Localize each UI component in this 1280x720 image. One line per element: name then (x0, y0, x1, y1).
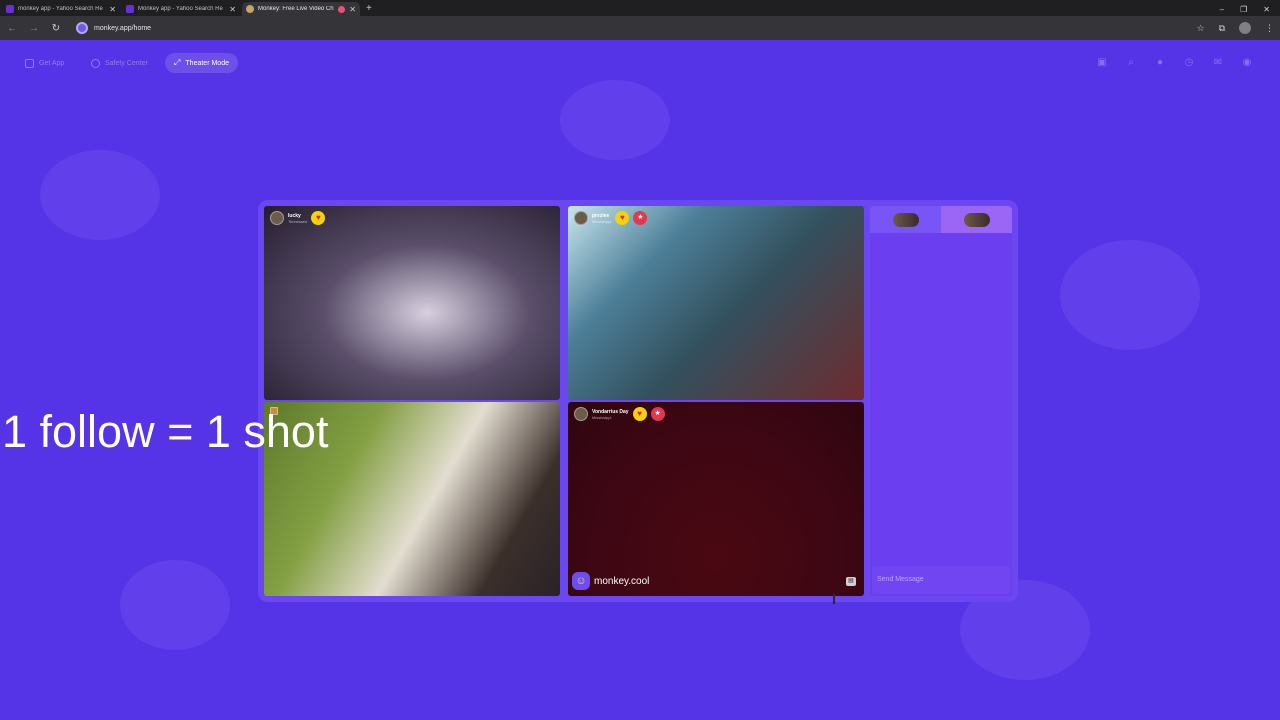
user-avatar-icon[interactable]: ◉ (1240, 56, 1254, 70)
forward-icon[interactable]: → (28, 23, 40, 34)
messages-icon[interactable]: ✉ (1211, 56, 1225, 70)
get-app-label: Get App (39, 59, 65, 67)
browser-tab-1[interactable]: monkey app - Yahoo Search Re ✕ (2, 2, 120, 16)
url-field[interactable]: monkey.app/home (72, 19, 1186, 37)
user-location: Mississippi (592, 218, 612, 224)
username: Vondarrius Day (592, 408, 629, 415)
user-info: Vondarrius Day Mississippi ♥ ★ (574, 407, 665, 421)
search-icon[interactable]: ⌕ (1124, 56, 1138, 70)
browser-menu-icon[interactable]: ⋮ (1265, 23, 1274, 34)
avatar[interactable] (270, 211, 284, 225)
user-info: lucky Tennessee ♥ (270, 211, 326, 225)
video-call-panel: lucky Tennessee ♥ prezlee Mississippi ♥ … (258, 200, 1018, 602)
avatar[interactable] (574, 211, 588, 225)
yahoo-favicon-icon (126, 5, 134, 13)
chat-header (870, 206, 1012, 233)
new-tab-button[interactable]: + (360, 2, 378, 16)
maximize-icon[interactable]: ❐ (1240, 5, 1247, 14)
background-decoration (40, 150, 160, 240)
close-icon[interactable]: ✕ (349, 5, 356, 14)
monkey-page: Get App Safety Center ⤢ Theater Mode ▣ ⌕… (0, 40, 1280, 720)
tab-title: monkey app - Yahoo Search Re (18, 6, 103, 12)
video-tile-2[interactable]: prezlee Mississippi ♥ ★ (568, 206, 864, 400)
shield-icon (91, 58, 100, 68)
avatar[interactable] (574, 407, 588, 421)
video-tile-4[interactable]: Vondarrius Day Mississippi ♥ ★ ☺ monkey.… (568, 402, 864, 596)
pair-avatars (892, 212, 919, 227)
browser-tabbar: monkey app - Yahoo Search Re ✕ Monkey ap… (0, 0, 1280, 16)
profile-avatar[interactable] (1239, 22, 1251, 34)
close-icon[interactable]: ✕ (109, 5, 116, 14)
tab-title: Monkey: Free Live Video Ch (258, 6, 334, 12)
theater-mode-button[interactable]: ⤢ Theater Mode (165, 53, 238, 73)
bookmark-star-icon[interactable]: ☆ (1196, 23, 1204, 34)
monkey-favicon-icon (246, 5, 254, 13)
browser-tab-2[interactable]: Monkey app - Yahoo Search Re ✕ (122, 2, 240, 16)
flame-icon[interactable]: ★ (633, 211, 648, 225)
url-text: monkey.app/home (94, 24, 152, 32)
heart-icon[interactable]: ♥ (311, 211, 326, 225)
browser-address-bar: ← → ↻ monkey.app/home ☆ ⧉ ⋮ (0, 16, 1280, 40)
user-location: Mississippi (592, 414, 612, 420)
heart-icon[interactable]: ♥ (615, 211, 630, 225)
tab-title: Monkey app - Yahoo Search Re (138, 6, 223, 12)
minimize-icon[interactable]: – (1220, 5, 1224, 14)
yahoo-favicon-icon (6, 5, 14, 13)
theater-mode-label: Theater Mode (185, 59, 229, 67)
monkey-watermark: ☺ monkey.cool (572, 572, 649, 590)
background-decoration (1060, 240, 1200, 350)
store-icon[interactable]: ▣ (1095, 56, 1109, 70)
user-location: Tennessee (288, 218, 308, 224)
browser-actions: ☆ ⧉ ⋮ (1196, 22, 1274, 34)
mouse-cursor (833, 594, 835, 604)
safety-center-button[interactable]: Safety Center (82, 53, 157, 73)
back-icon[interactable]: ← (6, 23, 18, 34)
background-decoration (120, 560, 230, 650)
phone-icon (25, 58, 34, 68)
close-icon[interactable]: ✕ (229, 5, 236, 14)
recording-icon (338, 5, 346, 13)
window-controls: – ❐ ✕ (1220, 2, 1280, 16)
username: prezlee (592, 212, 610, 219)
pair-tab-1[interactable] (870, 206, 941, 233)
monkey-logo-icon: ☺ (572, 572, 590, 590)
friends-icon[interactable]: ● (1153, 56, 1167, 70)
browser-tab-3[interactable]: Monkey: Free Live Video Ch ✕ (242, 2, 360, 16)
history-icon[interactable]: ◷ (1182, 56, 1196, 70)
pair-tab-2[interactable] (941, 206, 1012, 233)
background-decoration (560, 80, 670, 160)
expand-icon: ⤢ (174, 58, 181, 67)
extensions-icon[interactable]: ⧉ (1219, 23, 1225, 34)
chat-column: Send Message (870, 206, 1012, 596)
pair-avatars (963, 212, 990, 227)
close-window-icon[interactable]: ✕ (1263, 5, 1270, 14)
watermark-text: monkey.cool (594, 575, 650, 587)
get-app-button[interactable]: Get App (16, 53, 73, 73)
safety-center-label: Safety Center (105, 59, 148, 67)
user-info: prezlee Mississippi ♥ ★ (574, 211, 648, 225)
report-icon[interactable]: ▤ (846, 577, 856, 586)
heart-icon[interactable]: ♥ (632, 407, 647, 421)
stream-caption-overlay: 1 follow = 1 shot (2, 406, 329, 457)
video-tile-1[interactable]: lucky Tennessee ♥ (264, 206, 560, 400)
flame-icon[interactable]: ★ (650, 407, 665, 421)
reload-icon[interactable]: ↻ (50, 23, 62, 34)
site-info-icon[interactable] (76, 22, 88, 34)
send-message-input[interactable]: Send Message (872, 566, 1010, 594)
